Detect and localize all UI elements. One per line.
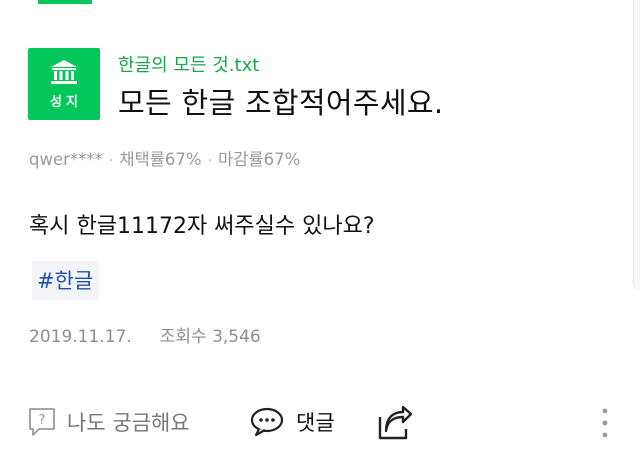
more-vertical-icon <box>602 408 608 438</box>
deadline-rate: 마감률67% <box>218 150 301 169</box>
badge-label: 성지 <box>50 94 82 110</box>
source-link[interactable]: 한글의 모든 것.txt <box>118 51 259 77</box>
scrollbar[interactable] <box>633 0 640 290</box>
author-name[interactable]: qwer**** <box>29 150 103 169</box>
post-info: 2019.11.17. 조회수 3,546 <box>29 322 261 347</box>
svg-text:?: ? <box>39 413 46 428</box>
more-options-button[interactable] <box>600 407 610 439</box>
comment-button[interactable]: 댓글 <box>250 407 335 437</box>
top-tab-indicator <box>38 0 92 4</box>
adoption-rate: 채택률67% <box>119 150 202 169</box>
share-icon <box>378 405 413 440</box>
separator-dot: · <box>207 153 213 169</box>
view-count: 조회수 3,546 <box>159 327 261 347</box>
temple-icon <box>51 59 77 84</box>
me-too-label: 나도 궁금해요 <box>67 411 190 435</box>
comment-label: 댓글 <box>296 411 335 435</box>
category-badge: 성지 <box>28 48 100 120</box>
question-box-icon: ? <box>29 408 55 436</box>
speech-bubble-icon <box>250 407 284 437</box>
post-date: 2019.11.17. <box>29 327 132 347</box>
post-body: 혹시 한글11172자 써주실수 있나요? <box>29 214 375 239</box>
action-bar: ? 나도 궁금해요 댓글 <box>0 395 640 451</box>
post-title: 모든 한글 조합적어주세요. <box>118 86 444 120</box>
hashtag[interactable]: #한글 <box>32 261 100 300</box>
separator-dot: · <box>108 153 114 169</box>
share-button[interactable] <box>376 405 414 441</box>
post-meta: qwer**** · 채택률67% · 마감률67% <box>29 146 300 170</box>
me-too-button[interactable]: ? 나도 궁금해요 <box>27 407 190 437</box>
